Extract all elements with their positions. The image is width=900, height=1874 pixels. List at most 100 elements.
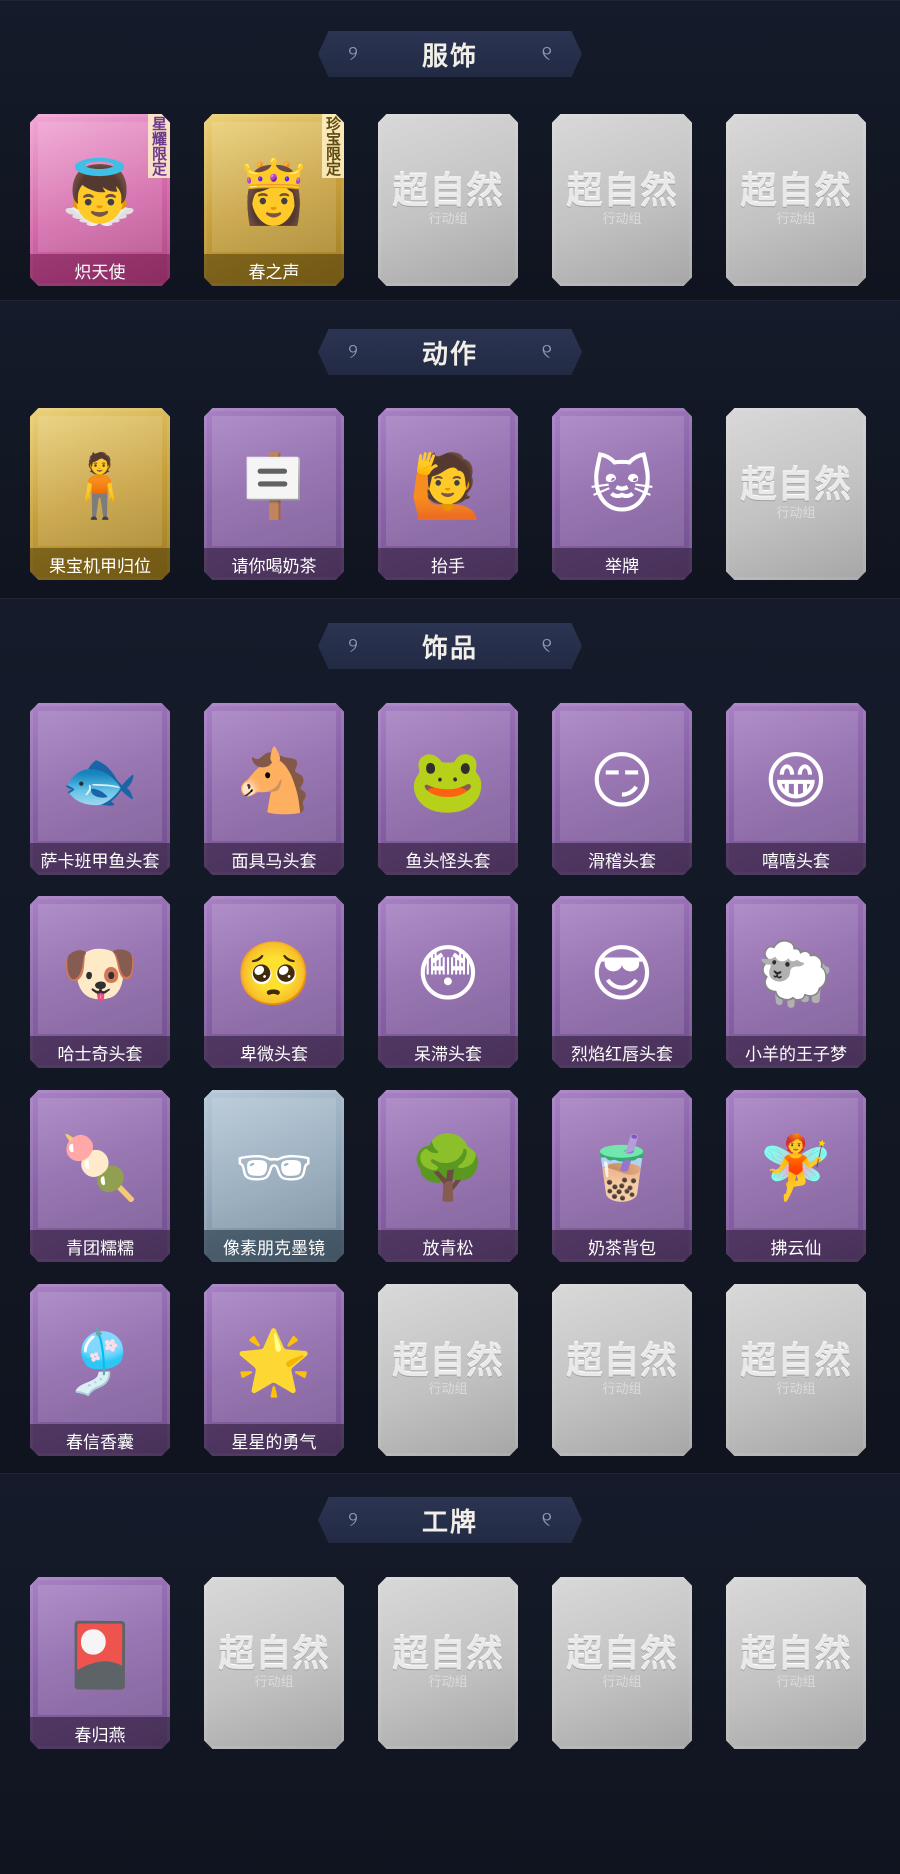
empty-slot-card: 超自然 行动组 [204, 1577, 344, 1749]
placeholder-logo-text: 超自然 [566, 1634, 678, 1675]
item-card[interactable]: 🐱 举牌 [552, 408, 692, 580]
empty-slot-card: 超自然 行动组 [726, 1284, 866, 1456]
empty-slot-card: 超自然 行动组 [726, 114, 866, 286]
placeholder-sub-text: 行动组 [776, 506, 816, 521]
section-header-clothing: ୨ 服饰 ୧ [318, 31, 582, 77]
placeholder-sub-text: 行动组 [428, 1675, 468, 1690]
cat-sign-figure-icon: 🐱 [589, 449, 655, 522]
potted-pine-icon: 🌳 [409, 1131, 487, 1204]
item-card[interactable]: 😁 嘻嘻头套 [726, 703, 866, 875]
item-label: 像素朋克墨镜 [204, 1230, 344, 1262]
item-card[interactable]: 🐟 萨卡班甲鱼头套 [30, 703, 170, 875]
empty-slot-card: 超自然 行动组 [726, 408, 866, 580]
item-label: 奶茶背包 [552, 1230, 692, 1262]
placeholder-logo-text: 超自然 [566, 1341, 678, 1382]
placeholder-sub-text: 行动组 [602, 212, 642, 227]
item-card[interactable]: 🎐 春信香囊 [30, 1284, 170, 1456]
section-header-accessories: ୨ 饰品 ୧ [318, 623, 582, 669]
swirl-ornament-icon: ୧ [541, 633, 552, 657]
pose-figure-icon: 🧍 [61, 449, 139, 522]
item-card[interactable]: 🪧 请你喝奶茶 [204, 408, 344, 580]
item-card[interactable]: 🍡 青团糯糯 [30, 1090, 170, 1262]
pleading-face-icon: 🥺 [235, 937, 313, 1010]
empty-slot-card: 超自然 行动组 [378, 1577, 518, 1749]
pikachu-sunglasses-icon: 😎 [589, 937, 655, 1010]
placeholder-sub-text: 行动组 [776, 212, 816, 227]
item-card[interactable]: 🕶 像素朋克墨镜 [204, 1090, 344, 1262]
item-card[interactable]: 😳 呆滞头套 [378, 896, 518, 1068]
placeholder-logo-text: 超自然 [740, 465, 852, 506]
item-label: 果宝机甲归位 [30, 548, 170, 580]
placeholder-logo-text: 超自然 [740, 1634, 852, 1675]
item-label: 抬手 [378, 548, 518, 580]
green-rice-ball-icon: 🍡 [61, 1131, 139, 1204]
swirl-ornament-icon: ୨ [348, 41, 358, 65]
item-card[interactable]: 🙋 抬手 [378, 408, 518, 580]
placeholder-logo-text: 超自然 [740, 171, 852, 212]
dazed-face-icon: 😳 [415, 937, 481, 1010]
empty-slot-card: 超自然 行动组 [726, 1577, 866, 1749]
funny-face-icon: 😏 [589, 744, 655, 817]
swirl-ornament-icon: ୧ [541, 339, 552, 363]
item-card[interactable]: 🌟 星星的勇气 [204, 1284, 344, 1456]
item-card[interactable]: 😏 滑稽头套 [552, 703, 692, 875]
swirl-ornament-icon: ୨ [348, 1507, 358, 1531]
item-card[interactable]: 🧍 果宝机甲归位 [30, 408, 170, 580]
milk-tea-bag-icon: 🧋 [583, 1131, 661, 1204]
placeholder-logo-text: 超自然 [392, 1341, 504, 1382]
sign-holding-figure-icon: 🪧 [235, 449, 313, 522]
placeholder-sub-text: 行动组 [602, 1675, 642, 1690]
fish-monster-head-icon: 🐸 [409, 744, 487, 817]
husky-sunglasses-icon: 🐶 [61, 937, 139, 1010]
section-header-badges: ୨ 工牌 ୧ [318, 1497, 582, 1543]
item-label: 青团糯糯 [30, 1230, 170, 1262]
swirl-ornament-icon: ୨ [348, 339, 358, 363]
item-card[interactable]: 👸 珍宝限定春之声 [204, 114, 344, 286]
placeholder-sub-text: 行动组 [776, 1382, 816, 1397]
placeholder-logo-text: 超自然 [392, 1634, 504, 1675]
item-label: 烈焰红唇头套 [552, 1036, 692, 1068]
item-card[interactable]: 🥺 卑微头套 [204, 896, 344, 1068]
section-header-actions: ୨ 动作 ୧ [318, 329, 582, 375]
item-label: 呆滞头套 [378, 1036, 518, 1068]
item-card[interactable]: 😎 烈焰红唇头套 [552, 896, 692, 1068]
pixel-sunglasses-icon: 🕶 [234, 1131, 314, 1204]
horse-mask-icon: 🐴 [235, 744, 313, 817]
placeholder-logo-text: 超自然 [392, 171, 504, 212]
item-card[interactable]: 🐸 鱼头怪头套 [378, 703, 518, 875]
item-card[interactable]: 🧋 奶茶背包 [552, 1090, 692, 1262]
empty-slot-card: 超自然 行动组 [552, 1284, 692, 1456]
item-label: 小羊的王子梦 [726, 1036, 866, 1068]
swirl-ornament-icon: ୧ [541, 41, 552, 65]
section-title: 动作 [421, 339, 478, 370]
golden-lady-portrait-icon: 👸 [235, 155, 313, 228]
placeholder-logo-text: 超自然 [218, 1634, 330, 1675]
item-label: 滑稽头套 [552, 843, 692, 875]
swirl-ornament-icon: ୧ [541, 1507, 552, 1531]
item-card[interactable]: 🌳 放青松 [378, 1090, 518, 1262]
item-card[interactable]: 🐶 哈士奇头套 [30, 896, 170, 1068]
empty-slot-card: 超自然 行动组 [378, 114, 518, 286]
item-card[interactable]: 👼 星耀限定 炽天使 [30, 114, 170, 286]
item-label: 春之声 [204, 254, 344, 286]
section-title: 工牌 [421, 1507, 478, 1538]
section-title: 服饰 [421, 41, 478, 72]
placeholder-sub-text: 行动组 [428, 1382, 468, 1397]
grin-face-icon: 😁 [763, 744, 829, 817]
item-label: 拂云仙 [726, 1230, 866, 1262]
placeholder-logo-text: 超自然 [740, 1341, 852, 1382]
limited-badge: 珍宝限定 [321, 114, 344, 178]
item-label: 春归燕 [30, 1717, 170, 1749]
sachet-icon: 🎐 [61, 1325, 139, 1398]
item-label: 星星的勇气 [204, 1424, 344, 1456]
item-card[interactable]: 🎴 春归燕 [30, 1577, 170, 1749]
raised-hand-figure-icon: 🙋 [409, 449, 487, 522]
item-card[interactable]: 🧚 拂云仙 [726, 1090, 866, 1262]
item-card[interactable]: 🐴 面具马头套 [204, 703, 344, 875]
item-label: 鱼头怪头套 [378, 843, 518, 875]
fish-head-icon: 🐟 [61, 744, 139, 817]
item-card[interactable]: 🐑 小羊的王子梦 [726, 896, 866, 1068]
angel-portrait-icon: 👼 [61, 155, 139, 228]
item-label: 春信香囊 [30, 1424, 170, 1456]
placeholder-sub-text: 行动组 [776, 1675, 816, 1690]
